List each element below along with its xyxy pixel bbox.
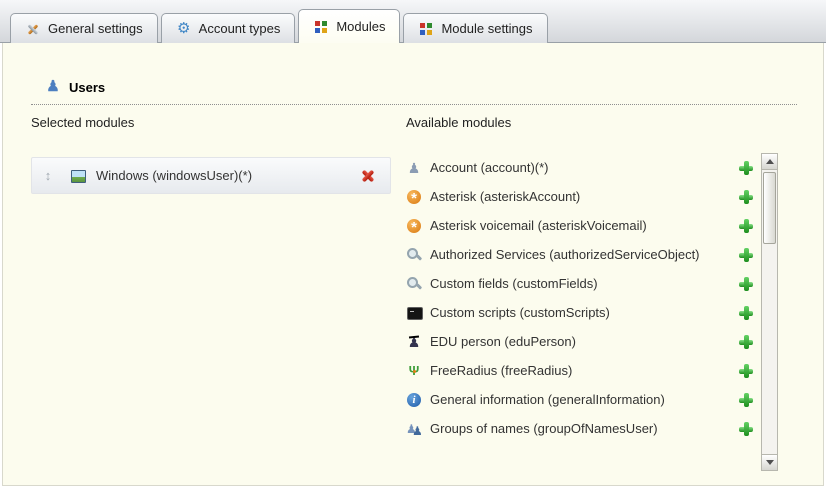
info-icon (406, 392, 422, 408)
module-label: Authorized Services (authorizedServiceOb… (430, 247, 730, 262)
add-module-button[interactable] (738, 160, 754, 176)
available-modules-heading: Available modules (406, 115, 511, 130)
triangle-down-icon (766, 460, 774, 466)
add-module-button[interactable] (738, 247, 754, 263)
tab-general-settings[interactable]: General settings (10, 13, 158, 43)
modules-icon (418, 21, 434, 37)
selected-module-label: Windows (windowsUser)(*) (96, 168, 360, 183)
add-module-button[interactable] (738, 392, 754, 408)
add-module-button[interactable] (738, 305, 754, 321)
add-module-button[interactable] (738, 421, 754, 437)
scroll-up-button[interactable] (762, 154, 777, 170)
add-module-button[interactable] (738, 276, 754, 292)
selected-modules-heading: Selected modules (31, 115, 134, 130)
add-module-button[interactable] (738, 218, 754, 234)
list-item: EDU person (eduPerson) (406, 327, 758, 356)
module-label: Groups of names (groupOfNamesUser) (430, 421, 730, 436)
tab-module-settings[interactable]: Module settings (403, 13, 547, 43)
drag-handle-icon[interactable] (40, 168, 56, 184)
module-label: Account (account)(*) (430, 160, 730, 175)
module-label: Asterisk voicemail (asteriskVoicemail) (430, 218, 730, 233)
graduate-person-icon (406, 334, 422, 350)
module-label: EDU person (eduPerson) (430, 334, 730, 349)
selected-module-row: Windows (windowsUser)(*) (31, 157, 391, 194)
module-label: Custom scripts (customScripts) (430, 305, 730, 320)
list-item: General information (generalInformation) (406, 385, 758, 414)
tab-label: General settings (48, 21, 143, 36)
remove-module-button[interactable] (360, 168, 376, 184)
list-item: Asterisk voicemail (asteriskVoicemail) (406, 211, 758, 240)
asterisk-icon (406, 189, 422, 205)
add-module-button[interactable] (738, 363, 754, 379)
section-header: Users (45, 79, 105, 95)
magnifier-icon (406, 276, 422, 292)
add-module-button[interactable] (738, 189, 754, 205)
list-item: Asterisk (asteriskAccount) (406, 182, 758, 211)
module-label: FreeRadius (freeRadius) (430, 363, 730, 378)
scrollbar-thumb[interactable] (763, 172, 776, 244)
settings-window: General settings Account types Modules M… (0, 0, 826, 486)
list-item: Custom scripts (customScripts) (406, 298, 758, 327)
list-item: FreeRadius (freeRadius) (406, 356, 758, 385)
asterisk-icon (406, 218, 422, 234)
list-item: Groups of names (groupOfNamesUser) (406, 414, 758, 443)
module-label: Custom fields (customFields) (430, 276, 730, 291)
tab-label: Account types (199, 21, 281, 36)
scroll-down-button[interactable] (762, 454, 777, 470)
tab-label: Module settings (441, 21, 532, 36)
windows-module-icon (70, 168, 86, 184)
gear-icon (176, 21, 192, 37)
module-label: Asterisk (asteriskAccount) (430, 189, 730, 204)
antenna-icon (406, 363, 422, 379)
tools-icon (25, 21, 41, 37)
tab-account-types[interactable]: Account types (161, 13, 296, 43)
list-item: Account (account)(*) (406, 153, 758, 182)
tab-label: Modules (336, 19, 385, 34)
account-icon (406, 160, 422, 176)
section-title: Users (69, 80, 105, 95)
tab-modules[interactable]: Modules (298, 9, 400, 43)
scrollbar[interactable] (761, 153, 778, 471)
group-icon (406, 421, 422, 437)
modules-icon (313, 19, 329, 35)
dotted-divider (31, 104, 797, 105)
available-modules-list: Account (account)(*) Asterisk (asteriskA… (406, 153, 758, 443)
list-item: Custom fields (customFields) (406, 269, 758, 298)
content-panel: Users Selected modules Available modules… (2, 43, 824, 486)
add-module-button[interactable] (738, 334, 754, 350)
terminal-icon (406, 305, 422, 321)
list-item: Authorized Services (authorizedServiceOb… (406, 240, 758, 269)
magnifier-icon (406, 247, 422, 263)
tab-bar: General settings Account types Modules M… (0, 0, 826, 43)
triangle-up-icon (766, 159, 774, 165)
module-label: General information (generalInformation) (430, 392, 730, 407)
user-icon (45, 79, 61, 95)
